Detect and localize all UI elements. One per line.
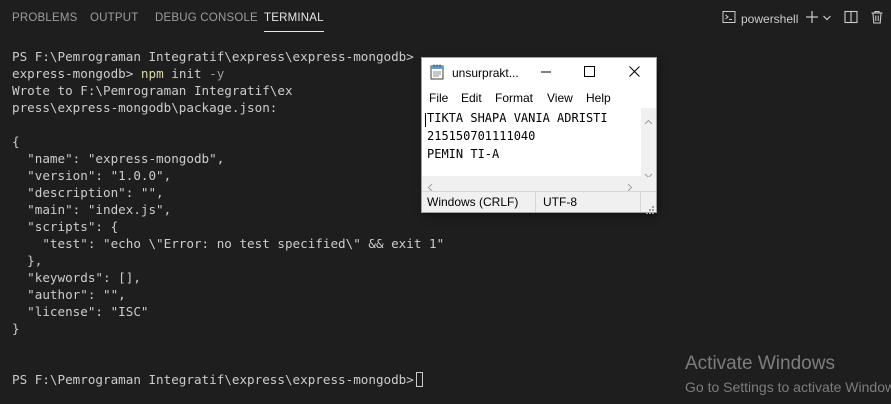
notepad-text-line: PEMIN TI-A	[427, 147, 500, 161]
notepad-title-bar[interactable]: unsurprakt...	[422, 58, 656, 88]
terminal-final-prompt: PS F:\Pemrograman Integratif\express\exp…	[12, 372, 414, 387]
menu-view[interactable]: View	[547, 91, 573, 105]
activate-windows-watermark: Activate Windows Go to Settings to activ…	[685, 353, 891, 396]
terminal-output-line: "author": "",	[12, 287, 126, 302]
status-divider	[535, 192, 536, 212]
kill-terminal-button[interactable]	[870, 8, 884, 30]
menu-format[interactable]: Format	[495, 91, 533, 105]
terminal-command-flag: -y	[201, 66, 225, 81]
status-divider	[640, 192, 641, 212]
close-button[interactable]	[612, 58, 656, 88]
terminal-prompt-prefix: express-mongodb>	[12, 66, 141, 81]
maximize-icon	[583, 64, 595, 82]
notepad-status-bar: Windows (CRLF) UTF-8	[422, 191, 656, 214]
watermark-subtitle: Go to Settings to activate Windows.	[685, 379, 891, 395]
new-terminal-button[interactable]	[805, 8, 819, 30]
scroll-up-icon[interactable]	[644, 112, 653, 130]
terminal-command-arg: init	[163, 66, 202, 81]
minimize-button[interactable]	[524, 58, 568, 88]
terminal-output-line: },	[12, 253, 43, 268]
shell-selector[interactable]: powershell	[722, 8, 798, 30]
vertical-scrollbar[interactable]	[641, 108, 656, 179]
scrollbar-corner	[641, 177, 656, 191]
split-icon	[844, 10, 858, 29]
trash-icon	[870, 10, 884, 29]
notepad-title: unsurprakt...	[452, 66, 519, 80]
terminal-output-line: "test": "echo \"Error: no test specified…	[12, 236, 445, 251]
chevron-down-icon	[822, 10, 832, 28]
shell-label: powershell	[741, 12, 799, 26]
encoding-status: UTF-8	[543, 195, 577, 209]
terminal-dropdown-button[interactable]	[822, 8, 832, 30]
notepad-window[interactable]: unsurprakt... File Edit Format View Help…	[422, 58, 656, 214]
resize-grip-icon[interactable]	[646, 201, 655, 219]
notepad-text-area[interactable]: TIKTA SHAPA VANIA ADRISTI 21515070111104…	[425, 109, 643, 177]
terminal-icon	[722, 10, 736, 29]
close-icon	[628, 64, 640, 82]
add-icon	[805, 10, 819, 29]
terminal-output-line: "scripts": {	[12, 219, 119, 234]
terminal-command: npm	[140, 66, 164, 81]
text-caret	[425, 113, 426, 127]
maximize-button[interactable]	[567, 58, 611, 88]
menu-edit[interactable]: Edit	[461, 91, 482, 105]
menu-file[interactable]: File	[429, 91, 448, 105]
terminal-output-line: }	[12, 321, 20, 336]
split-terminal-button[interactable]	[844, 8, 858, 30]
notepad-app-icon	[430, 64, 444, 80]
terminal-output-line: "license": "ISC"	[12, 304, 149, 319]
menu-help[interactable]: Help	[586, 91, 611, 105]
terminal-cursor	[415, 372, 423, 387]
minimize-icon	[541, 64, 551, 82]
notepad-text-line: 215150701111040	[427, 129, 536, 143]
watermark-title: Activate Windows	[685, 353, 835, 374]
notepad-menu-bar: File Edit Format View Help	[422, 88, 656, 108]
notepad-text-line: TIKTA SHAPA VANIA ADRISTI	[427, 111, 608, 125]
line-ending-status: Windows (CRLF)	[427, 195, 519, 209]
terminal-output-line: "keywords": [],	[12, 270, 141, 285]
horizontal-scrollbar[interactable]	[422, 176, 641, 192]
panel-tab-bar: PROBLEMS OUTPUT DEBUG CONSOLE TERMINAL p…	[0, 0, 891, 38]
